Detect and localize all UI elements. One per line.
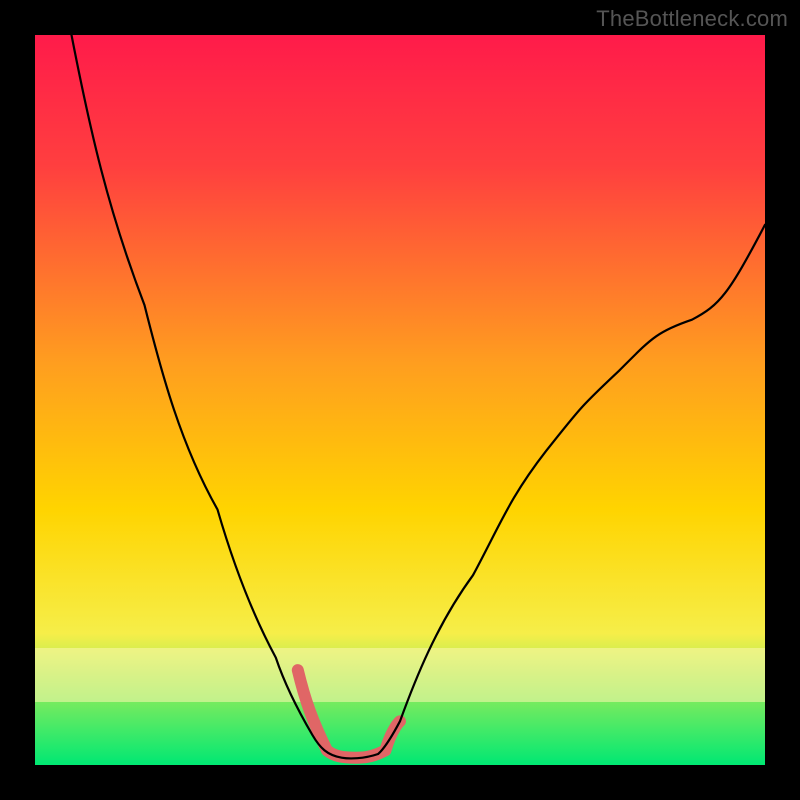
watermark-text: TheBottleneck.com: [596, 6, 788, 32]
bottleneck-chart: [0, 0, 800, 800]
optimal-band-bg: [35, 648, 765, 702]
chart-frame: TheBottleneck.com: [0, 0, 800, 800]
